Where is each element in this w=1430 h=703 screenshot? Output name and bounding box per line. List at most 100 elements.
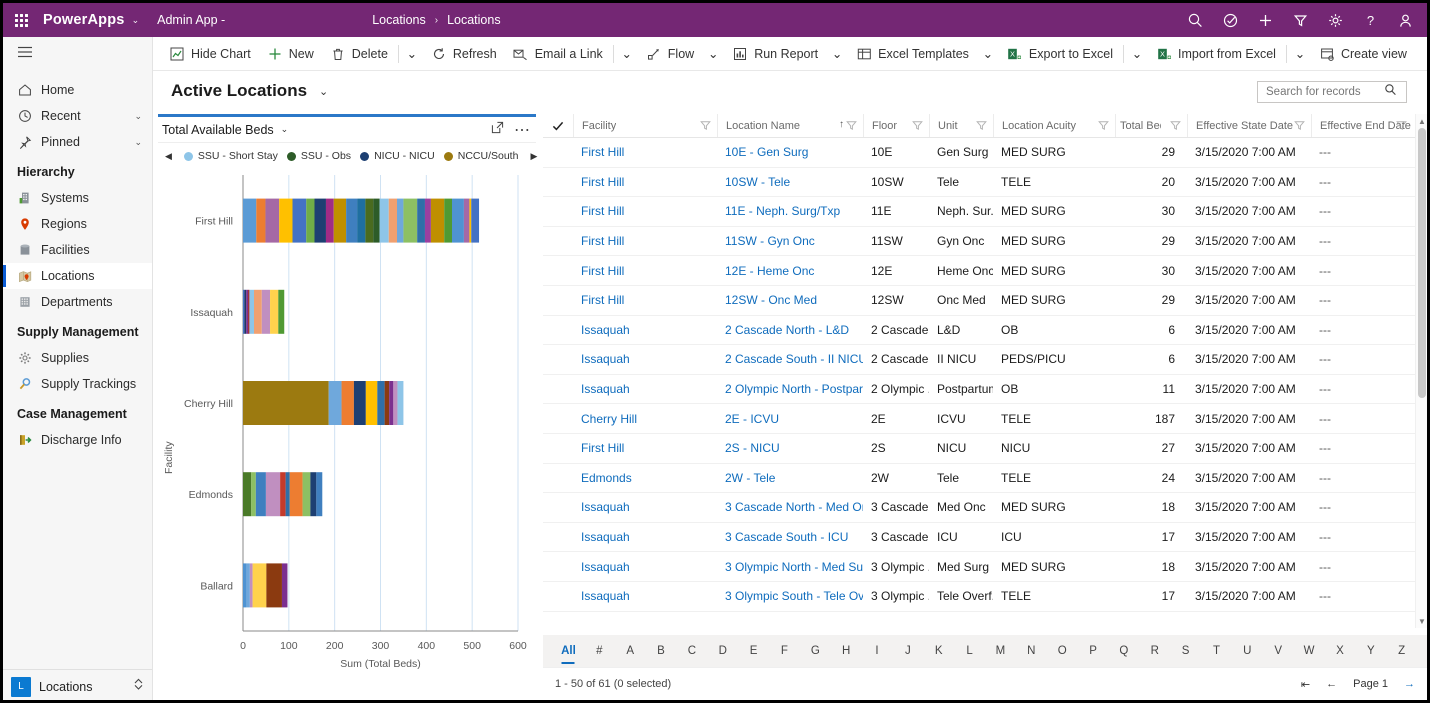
alpha-index-item[interactable]: V — [1263, 645, 1294, 657]
alpha-index-item[interactable]: J — [892, 645, 923, 657]
alpha-index-item[interactable]: U — [1232, 645, 1263, 657]
cell-facility[interactable]: Issaquah — [573, 493, 717, 522]
cell-location[interactable]: 2 Olympic North - Postpartum — [717, 375, 863, 404]
import-dropdown-chevron-down-icon[interactable]: ⌄ — [1289, 37, 1311, 71]
column-header-effective-end-date[interactable]: Effective End Date — [1311, 114, 1413, 137]
cell-facility[interactable]: Edmonds — [573, 464, 717, 493]
cell-facility[interactable]: Issaquah — [573, 345, 717, 374]
select-all-checkbox[interactable] — [543, 114, 573, 137]
alpha-index-item[interactable]: R — [1139, 645, 1170, 657]
alpha-index-item[interactable]: K — [923, 645, 954, 657]
sidebar-item-departments[interactable]: Departments — [3, 289, 152, 315]
alpha-index-item[interactable]: N — [1016, 645, 1047, 657]
column-header-location-name[interactable]: Location Name ↑ — [717, 114, 863, 137]
table-row[interactable]: First Hill 11SW - Gyn Onc 11SW Gyn Onc MED S… — [543, 227, 1427, 257]
table-row[interactable]: Edmonds 2W - Tele 2W Tele TELE 24 3/15/2020 7:… — [543, 464, 1427, 494]
sort-asc-icon[interactable]: ↑ — [839, 119, 844, 130]
row-checkbox[interactable] — [543, 464, 573, 493]
stacked-bar-chart[interactable]: First Hill Issaquah Cherry Hill Edmonds Ball… — [158, 169, 536, 689]
chevron-down-icon[interactable]: ⌄ — [132, 15, 140, 26]
sidebar-item-facilities[interactable]: Facilities — [3, 237, 152, 263]
legend-item[interactable]: NCCU/South — [443, 150, 518, 162]
filter-icon[interactable] — [1283, 3, 1318, 37]
pop-out-icon[interactable] — [491, 121, 504, 139]
export-to-excel-button[interactable]: X Export to Excel — [999, 37, 1121, 71]
cell-facility[interactable]: Issaquah — [573, 582, 717, 611]
sidebar-item-systems[interactable]: Systems — [3, 185, 152, 211]
alpha-index-item[interactable]: Q — [1108, 645, 1139, 657]
alpha-index-item[interactable]: All — [553, 645, 584, 657]
cell-location[interactable]: 3 Olympic South - Tele Overflow — [717, 582, 863, 611]
cell-facility[interactable]: Issaquah — [573, 552, 717, 581]
cell-location[interactable]: 3 Olympic North - Med Surg — [717, 552, 863, 581]
alpha-index-item[interactable]: # — [584, 645, 615, 657]
row-checkbox[interactable] — [543, 316, 573, 345]
cell-facility[interactable]: First Hill — [573, 168, 717, 197]
search-icon[interactable] — [1384, 83, 1397, 101]
filter-icon[interactable] — [1294, 120, 1305, 134]
table-row[interactable]: First Hill 2S - NICU 2S NICU NICU 27 3/15/2020… — [543, 434, 1427, 464]
row-checkbox[interactable] — [543, 345, 573, 374]
legend-prev-icon[interactable]: ◀ — [162, 151, 175, 162]
alpha-index-item[interactable]: L — [954, 645, 985, 657]
cell-location[interactable]: 2W - Tele — [717, 464, 863, 493]
alpha-index-item[interactable]: S — [1170, 645, 1201, 657]
delete-button[interactable]: Delete — [322, 37, 396, 71]
run-report-dropdown-chevron-down-icon[interactable]: ⌄ — [826, 37, 848, 71]
cell-facility[interactable]: First Hill — [573, 138, 717, 167]
search-input[interactable] — [1264, 85, 1384, 99]
plus-icon[interactable] — [1248, 3, 1283, 37]
new-button[interactable]: New — [259, 37, 322, 71]
cell-facility[interactable]: First Hill — [573, 434, 717, 463]
sidebar-item-locations[interactable]: Locations — [3, 263, 152, 289]
cell-facility[interactable]: First Hill — [573, 197, 717, 226]
delete-dropdown-chevron-down-icon[interactable]: ⌄ — [401, 37, 423, 71]
legend-next-icon[interactable]: ▶ — [527, 151, 540, 162]
row-checkbox[interactable] — [543, 197, 573, 226]
import-from-excel-button[interactable]: X Import from Excel — [1148, 37, 1284, 71]
column-header-location-acuity[interactable]: Location Acuity — [993, 114, 1115, 137]
table-row[interactable]: Issaquah 2 Cascade South - II NICU 2 Casca… — [543, 345, 1427, 375]
scroll-up-arrow-icon[interactable]: ▲ — [1418, 117, 1426, 126]
filter-icon[interactable] — [1098, 120, 1109, 134]
cell-location[interactable]: 2 Cascade South - II NICU — [717, 345, 863, 374]
row-checkbox[interactable] — [543, 493, 573, 522]
filter-icon[interactable] — [912, 120, 923, 134]
cell-facility[interactable]: Issaquah — [573, 523, 717, 552]
table-row[interactable]: Issaquah 3 Cascade North - Med Onc 3 Casca… — [543, 493, 1427, 523]
cell-facility[interactable]: First Hill — [573, 286, 717, 315]
account-icon[interactable] — [1388, 3, 1423, 37]
cell-facility[interactable]: Issaquah — [573, 375, 717, 404]
cell-location[interactable]: 3 Cascade South - ICU — [717, 523, 863, 552]
sidebar-item-supply-trackings[interactable]: Supply Trackings — [3, 371, 152, 397]
excel-templates-dropdown-chevron-down-icon[interactable]: ⌄ — [977, 37, 999, 71]
sidebar-item-regions[interactable]: Regions — [3, 211, 152, 237]
alpha-index-item[interactable]: Y — [1355, 645, 1386, 657]
legend-item[interactable]: NICU - NICU — [360, 150, 435, 162]
alpha-index-item[interactable]: P — [1078, 645, 1109, 657]
search-input-wrapper[interactable] — [1257, 81, 1407, 103]
alpha-index-item[interactable]: T — [1201, 645, 1232, 657]
row-checkbox[interactable] — [543, 434, 573, 463]
page-prev-icon[interactable]: ← — [1326, 678, 1337, 690]
alpha-index-item[interactable]: O — [1047, 645, 1078, 657]
table-row[interactable]: Issaquah3 Cascade South - ICU 3 Cascade .… — [543, 523, 1427, 553]
cell-location[interactable]: 11SW - Gyn Onc — [717, 227, 863, 256]
filter-icon[interactable] — [1396, 120, 1407, 134]
page-first-icon[interactable]: ⇤ — [1301, 678, 1310, 691]
table-row[interactable]: Issaquah 3 Olympic North - Med Surg 3 Olym… — [543, 552, 1427, 582]
help-icon[interactable]: ? — [1353, 3, 1388, 37]
flow-dropdown-chevron-down-icon[interactable]: ⌄ — [702, 37, 724, 71]
email-dropdown-chevron-down-icon[interactable]: ⌄ — [616, 37, 638, 71]
sidebar-footer-area-switcher[interactable]: L Locations — [3, 669, 152, 700]
excel-templates-button[interactable]: Excel Templates — [848, 37, 977, 71]
search-icon[interactable] — [1178, 3, 1213, 37]
alpha-index-item[interactable]: F — [769, 645, 800, 657]
row-checkbox[interactable] — [543, 227, 573, 256]
sidebar-item-recent[interactable]: Recent ⌄ — [3, 103, 152, 129]
table-row[interactable]: First Hill 12E - Heme Onc 12E Heme Onc MED S… — [543, 256, 1427, 286]
table-row[interactable]: Cherry Hill 2E - ICVU 2E ICVU TELE 187 3/15/20… — [543, 404, 1427, 434]
email-a-link-button[interactable]: Email a Link — [505, 37, 611, 71]
row-checkbox[interactable] — [543, 552, 573, 581]
view-selector-chevron-down-icon[interactable]: ⌄ — [319, 85, 328, 98]
